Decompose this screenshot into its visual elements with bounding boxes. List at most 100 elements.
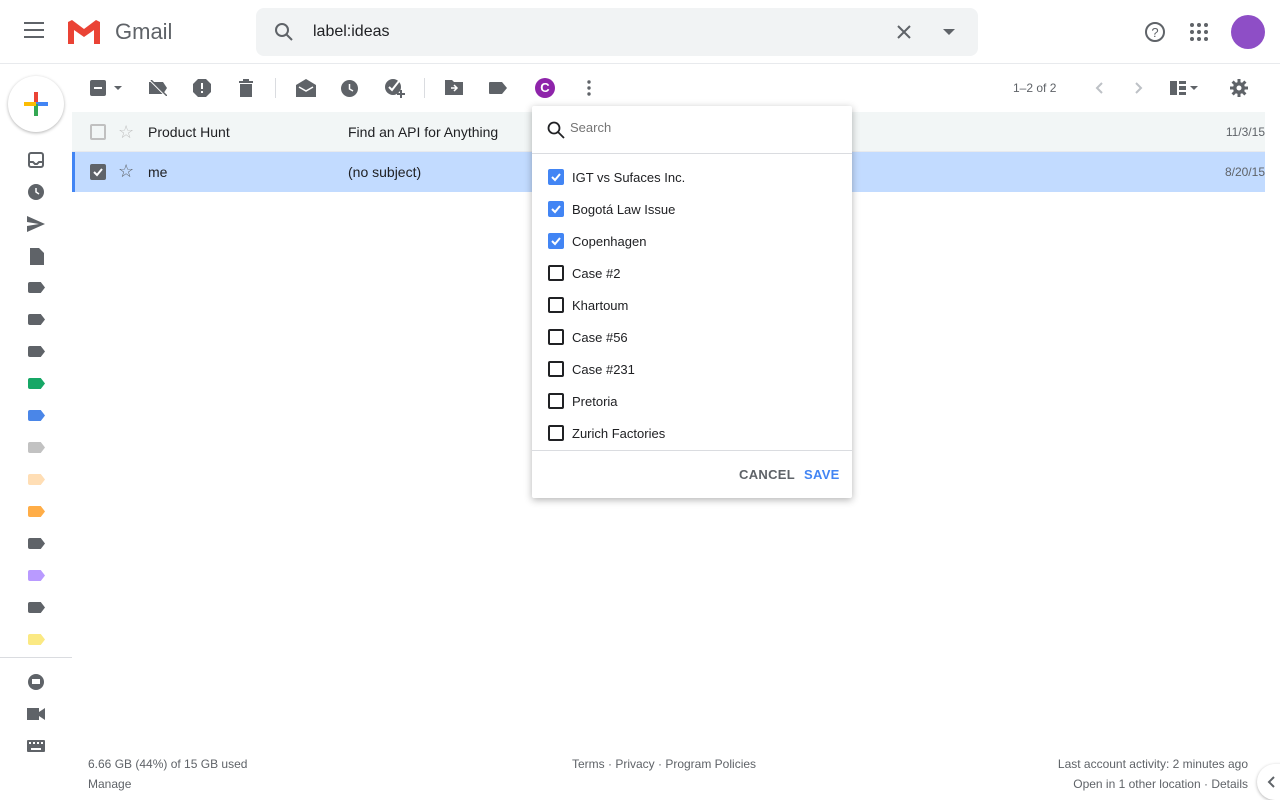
newer-chevron-icon[interactable] <box>1095 82 1103 94</box>
sidebar-label-icon[interactable] <box>28 314 45 325</box>
hangouts-icon[interactable] <box>28 674 44 692</box>
search-bar[interactable]: label:ideas <box>256 8 978 56</box>
email-sender: Product Hunt <box>148 124 230 140</box>
more-options-icon[interactable] <box>587 80 591 96</box>
snoozed-icon[interactable] <box>28 184 44 200</box>
mark-as-read-icon[interactable] <box>296 79 316 97</box>
sidebar-divider <box>0 657 72 658</box>
checked-checkbox[interactable] <box>548 201 564 217</box>
keyboard-icon[interactable] <box>27 740 45 752</box>
menu-divider <box>532 153 852 154</box>
unchecked-checkbox[interactable] <box>548 329 564 345</box>
email-subject: Find an API for Anything <box>348 124 499 140</box>
sidebar-label-icon[interactable] <box>28 634 45 645</box>
meet-video-icon[interactable] <box>27 708 45 720</box>
email-date: 11/3/15 <box>1225 125 1265 139</box>
inbox-icon[interactable] <box>28 152 44 168</box>
label-option[interactable]: Copenhagen <box>548 231 836 251</box>
menu-divider <box>532 450 852 451</box>
label-option[interactable]: Case #56 <box>548 327 836 347</box>
label-search-input[interactable] <box>570 120 830 135</box>
archive-icon[interactable] <box>149 80 167 96</box>
select-all-checkbox[interactable] <box>90 80 124 96</box>
unchecked-checkbox[interactable] <box>548 361 564 377</box>
email-date: 8/20/15 <box>1224 165 1265 179</box>
star-icon[interactable]: ☆ <box>118 122 134 143</box>
label-option[interactable]: Pretoria <box>548 391 836 411</box>
sidebar-label-icon[interactable] <box>28 410 45 421</box>
sidebar-label-icon[interactable] <box>28 346 45 357</box>
sidebar-label-icon[interactable] <box>28 570 45 581</box>
sidebar-label-icon[interactable] <box>28 538 45 549</box>
sidebar <box>0 64 72 800</box>
compose-button[interactable] <box>8 76 64 132</box>
label-option[interactable]: IGT vs Sufaces Inc. <box>548 167 836 187</box>
sidebar-label-icon[interactable] <box>28 282 45 293</box>
cancel-button[interactable]: CANCEL <box>739 467 795 482</box>
sidebar-label-icon[interactable] <box>28 378 45 389</box>
footer-policy-links[interactable]: Terms · Privacy · Program Policies <box>572 757 756 771</box>
move-to-icon[interactable] <box>445 80 463 95</box>
label-option-text: Khartoum <box>572 298 629 313</box>
email-sender: me <box>148 164 168 180</box>
split-pane-toggle-icon[interactable] <box>1170 81 1198 95</box>
account-avatar[interactable] <box>1231 15 1265 49</box>
extension-avatar-button[interactable]: C <box>535 78 555 98</box>
label-option[interactable]: Bogotá Law Issue <box>548 199 836 219</box>
main-menu-button[interactable] <box>24 22 44 38</box>
label-as-menu: IGT vs Sufaces Inc. Bogotá Law Issue Copen… <box>532 106 852 498</box>
toolbar-divider <box>275 78 276 98</box>
sidebar-label-icon[interactable] <box>28 442 45 453</box>
labels-icon[interactable] <box>489 82 507 94</box>
label-option-text: Zurich Factories <box>572 426 666 441</box>
report-spam-icon[interactable] <box>193 79 211 97</box>
settings-gear-icon[interactable] <box>1230 79 1248 97</box>
older-chevron-icon[interactable] <box>1135 82 1143 94</box>
label-option[interactable]: Case #231 <box>548 359 836 379</box>
help-icon[interactable]: ? <box>1144 21 1166 43</box>
chevron-left-icon <box>1267 776 1275 788</box>
sidebar-label-icon[interactable] <box>28 474 45 485</box>
apps-grid-icon[interactable] <box>1190 23 1208 41</box>
unchecked-checkbox[interactable] <box>548 297 564 313</box>
search-input[interactable]: label:ideas <box>313 23 390 41</box>
app-name: Gmail <box>115 19 173 44</box>
unchecked-checkbox[interactable] <box>548 265 564 281</box>
sent-icon[interactable] <box>27 216 45 232</box>
star-icon[interactable]: ☆ <box>118 161 134 182</box>
email-checkbox-checked[interactable] <box>90 164 106 180</box>
toolbar: C 1–2 of 2 <box>72 64 1280 112</box>
label-option-text: Copenhagen <box>572 234 647 249</box>
email-subject: (no subject) <box>348 164 422 180</box>
svg-text:?: ? <box>1151 25 1158 40</box>
sidebar-label-icon[interactable] <box>28 602 45 613</box>
checked-checkbox[interactable] <box>548 233 564 249</box>
label-option-text: Case #56 <box>572 330 628 345</box>
pagination-text: 1–2 of 2 <box>1013 81 1057 95</box>
label-search-icon <box>547 121 565 139</box>
gmail-m-icon <box>68 20 100 44</box>
last-activity: Last account activity: 2 minutes ago <box>1057 757 1248 771</box>
delete-icon[interactable] <box>239 79 253 97</box>
drafts-icon[interactable] <box>30 248 44 265</box>
label-option[interactable]: Zurich Factories <box>548 423 836 443</box>
unchecked-checkbox[interactable] <box>548 425 564 441</box>
search-icon[interactable] <box>274 22 294 42</box>
email-checkbox[interactable] <box>90 124 106 140</box>
sidebar-label-icon[interactable] <box>28 506 45 517</box>
label-option[interactable]: Case #2 <box>548 263 836 283</box>
manage-storage-link[interactable]: Manage <box>88 777 131 791</box>
snooze-icon[interactable] <box>341 80 358 97</box>
side-panel-toggle[interactable] <box>1257 764 1280 800</box>
clear-search-icon[interactable] <box>896 24 912 40</box>
checked-checkbox[interactable] <box>548 169 564 185</box>
search-options-icon[interactable] <box>943 29 955 35</box>
add-to-tasks-icon[interactable] <box>385 78 405 98</box>
storage-usage: 6.66 GB (44%) of 15 GB used <box>88 757 248 771</box>
save-button[interactable]: SAVE <box>804 467 840 482</box>
unchecked-checkbox[interactable] <box>548 393 564 409</box>
label-option-text: Case #2 <box>572 266 621 281</box>
gmail-logo[interactable]: Gmail <box>66 18 172 46</box>
label-option[interactable]: Khartoum <box>548 295 836 315</box>
activity-details-link[interactable]: Open in 1 other location · Details <box>1073 777 1248 791</box>
